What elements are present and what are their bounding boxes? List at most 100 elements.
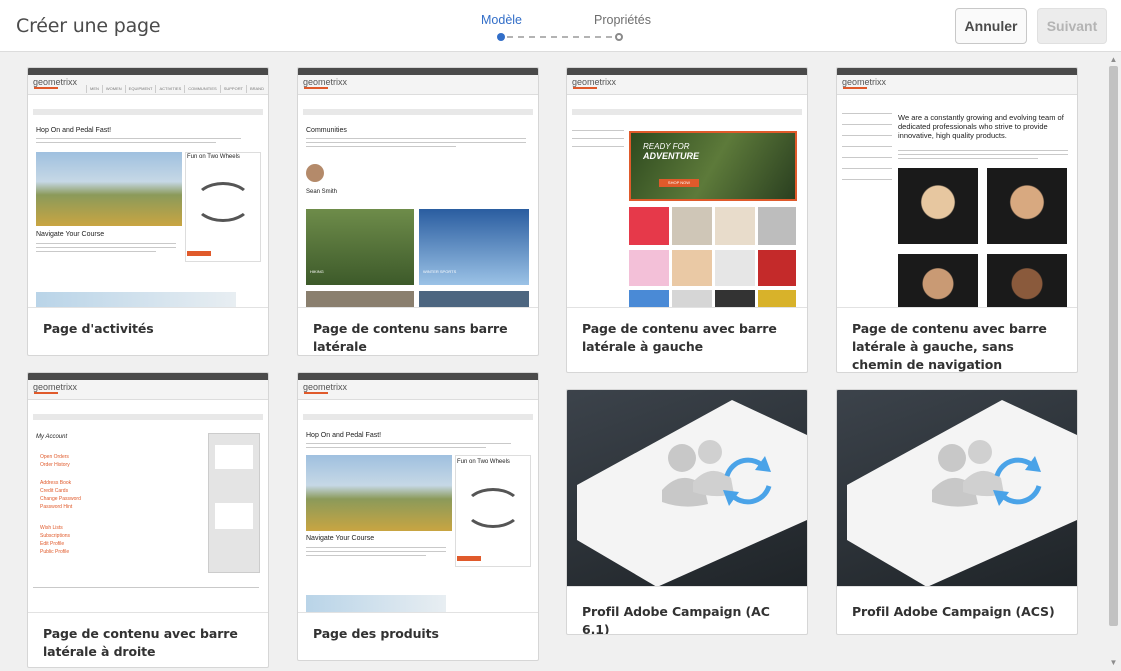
thumb-heading: Hop On and Pedal Fast! [36,127,112,134]
step-dash [573,36,579,38]
text-line [306,547,446,548]
text-line [898,154,1068,155]
mountain-photo [306,455,452,531]
breadcrumb [303,414,533,420]
photo-tile [306,291,414,307]
sidebar-line [842,135,892,136]
template-title: Profil Adobe Campaign (ACS) [852,604,1055,619]
thumb-sub-heading: Navigate Your Course [306,535,375,542]
site-topbar [28,68,268,75]
template-title: Page de contenu sans barre latérale [313,321,508,354]
nav-item: ACTIVITIES [155,85,184,93]
logo-underline [304,392,328,394]
template-card-content-right-sidebar[interactable]: geometrixx My Account Open Orders Order … [27,372,269,668]
logo-underline [843,87,867,89]
campaign-card-image [577,400,807,586]
product-tile [672,250,712,286]
template-thumbnail [567,390,807,587]
bike-product [215,445,253,469]
template-title: Page d'activités [43,321,154,336]
step-progress [497,33,623,41]
text-line [36,243,176,244]
text-line [898,150,1068,151]
template-card-adobe-campaign-acs[interactable]: Profil Adobe Campaign (ACS) [836,389,1078,635]
template-card-activities[interactable]: geometrixx MEN WOMEN EQUIPMENT ACTIVITIES CO… [27,67,269,356]
step-dash [540,36,546,38]
site-logo: geometrixx [33,77,78,87]
template-title: Page de contenu avec barre latérale à ga… [852,321,1047,372]
template-card-content-left-sidebar-no-breadcrumb[interactable]: geometrixx We are a constantly growing a… [836,67,1078,373]
team-photo [987,254,1067,307]
template-thumbnail: geometrixx We are a constantly growing a… [837,68,1077,308]
site-logo: geometrixx [33,382,78,392]
campaign-card-image [847,400,1077,586]
site-topbar [837,68,1077,75]
text-line [306,447,486,448]
logo-underline [304,87,328,89]
step-dash [595,36,601,38]
template-card-products[interactable]: geometrixx Hop On and Pedal Fast! Fun on… [297,372,539,661]
cyclist-photo [306,595,446,612]
text-line [36,251,156,252]
text-line [36,142,216,143]
site-logo: geometrixx [842,77,887,87]
step-dash [518,36,524,38]
template-card-content-no-sidebar[interactable]: geometrixx Communities Sean Smith HIKING… [297,67,539,356]
scroll-down-arrow[interactable]: ▼ [1109,659,1118,667]
site-topbar [298,373,538,380]
add-to-cart-button [457,556,481,561]
step-dot-next [615,33,623,41]
product-tile [672,290,712,307]
thumb-heading: We are a constantly growing and evolving… [898,113,1064,140]
template-thumbnail: geometrixx Communities Sean Smith HIKING… [298,68,538,308]
text-line [306,443,511,444]
product-tile [715,250,755,286]
product-tile [715,290,755,307]
scrollbar-thumb[interactable] [1109,66,1118,626]
site-logo: geometrixx [303,77,348,87]
logo-underline [34,392,58,394]
team-photo [898,168,978,244]
account-link: Edit Profile [40,541,65,547]
step-dash [562,36,568,38]
sidebar-line [572,130,624,131]
site-logo: geometrixx [572,77,617,87]
wizard-steps: Modèle Propriétés [470,10,651,44]
site-topbar [298,68,538,75]
product-tile [758,207,796,245]
template-card-content-left-sidebar[interactable]: geometrixx READY FOR ADVENTURE SHOP NOW … [566,67,808,373]
scroll-up-arrow[interactable]: ▲ [1109,56,1118,64]
text-line [306,138,526,139]
step-dash [529,36,535,38]
sidebar-line [842,168,892,169]
account-link: Wish Lists [40,525,63,531]
step-dash [606,36,612,38]
next-button[interactable]: Suivant [1037,8,1107,44]
banner-text: ADVENTURE [643,151,700,161]
sidebar-line [842,124,892,125]
step-model[interactable]: Modèle [481,13,522,27]
template-title: Page de contenu avec barre latérale à ga… [582,321,777,354]
banner-text: READY FOR [643,142,690,151]
nav-item: EQUIPMENT [124,85,156,93]
template-thumbnail: geometrixx MEN WOMEN EQUIPMENT ACTIVITIES CO… [28,68,268,308]
sidebar-line [842,113,892,114]
template-title: Profil Adobe Campaign (AC 6.1) [582,604,770,635]
thumb-sub-heading: Navigate Your Course [36,231,105,238]
footer-line [33,587,259,588]
template-card-adobe-campaign-ac61[interactable]: Profil Adobe Campaign (AC 6.1) [566,389,808,635]
text-line [36,138,241,139]
breadcrumb [33,109,263,115]
team-photo [987,168,1067,244]
shop-now-button: SHOP NOW [659,179,699,187]
site-topbar [28,373,268,380]
account-link: Public Profile [40,549,70,555]
step-properties[interactable]: Propriétés [594,13,651,27]
nav-item: WOMEN [101,85,125,93]
logo-underline [34,87,58,89]
account-link: Order History [40,462,70,468]
site-logo: geometrixx [303,382,348,392]
cancel-button[interactable]: Annuler [955,8,1027,44]
step-dash [551,36,557,38]
product-tile [758,290,796,307]
